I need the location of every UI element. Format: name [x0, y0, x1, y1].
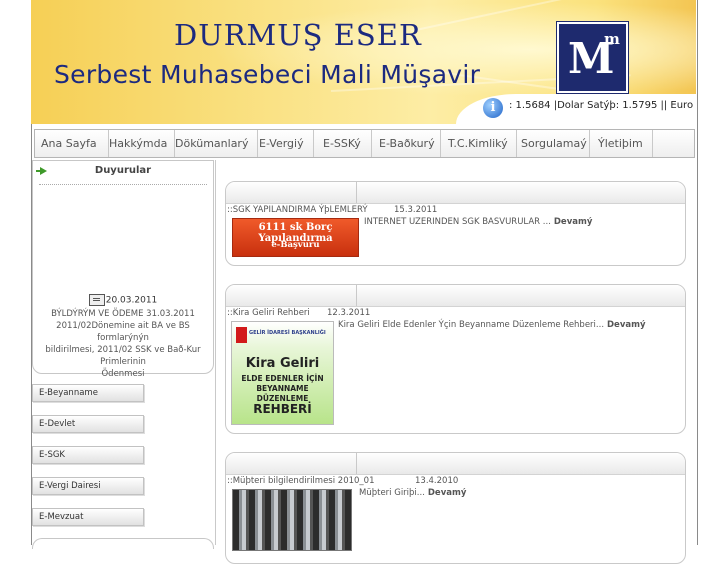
nav-item-iletisim[interactable]: Ýletiþim — [592, 130, 653, 157]
link-e-vergi-dairesi[interactable]: E-Vergi Dairesi — [32, 477, 144, 495]
article-image[interactable]: 6111 sk Borç Yapılandırma e-Başvuru — [232, 218, 359, 257]
article-image[interactable] — [232, 489, 352, 551]
nav-item-tc-kimlik[interactable]: T.C.Kimliký — [442, 130, 517, 157]
currency-ticker-bar: i : 1.5684 |Dolar Satýþ: 1.5795 || Euro … — [31, 94, 696, 124]
gib-logo-icon — [236, 327, 247, 343]
read-more-link[interactable]: Devamý — [428, 488, 467, 498]
nav-item-e-vergi[interactable]: E-Vergiý — [253, 130, 314, 157]
nav-item-e-ssk[interactable]: E-SSKý — [317, 130, 372, 157]
read-more-link[interactable]: Devamý — [554, 217, 593, 227]
link-e-sgk[interactable]: E-SGK — [32, 446, 144, 464]
article-card: ::Kira Geliri Rehberi 12.3.2011 GELİR İD… — [225, 284, 686, 434]
link-e-beyanname[interactable]: E-Beyanname — [32, 384, 144, 402]
left-sidebar: Duyurular 20.03.2011 BÝLDÝRÝM VE ÖDEME 3… — [32, 160, 214, 549]
article-card: ::Müþteri bilgilendirilmesi 2010_01 13.4… — [225, 452, 686, 564]
link-e-devlet[interactable]: E-Devlet — [32, 415, 144, 433]
nav-item-ana-sayfa[interactable]: Ana Sayfa — [35, 130, 109, 157]
main-nav: Ana Sayfa Hakkýmda Dökümanlarý E-Vergiý … — [34, 129, 695, 158]
article-title[interactable]: ::Kira Geliri Rehberi — [227, 308, 310, 318]
site-title: DURMUŞ ESER — [174, 18, 422, 52]
article-desc: Müþteri Giriþi... Devamý — [359, 488, 467, 498]
article-date: 13.4.2010 — [415, 476, 459, 486]
article-date: 12.3.2011 — [327, 308, 371, 318]
article-card: ::SGK YAPILANDIRMA ÝþLEMLERÝ 15.3.2011 6… — [225, 181, 686, 266]
article-desc: Kira Geliri Elde Edenler Ýçin Beyanname … — [338, 320, 646, 330]
news-icon — [88, 294, 105, 306]
article-title[interactable]: ::Müþteri bilgilendirilmesi 2010_01 — [227, 476, 375, 486]
info-icon: i — [483, 98, 503, 118]
currency-ticker: : 1.5684 |Dolar Satýþ: 1.5795 || Euro Al… — [509, 100, 696, 111]
site-subtitle: Serbest Muhasebeci Mali Müşavir — [54, 60, 481, 89]
read-more-link[interactable]: Devamý — [607, 320, 646, 330]
nav-item-hakkimda[interactable]: Hakkýmda — [103, 130, 175, 157]
nav-item-e-bagkur[interactable]: E-Baðkurý — [373, 130, 441, 157]
article-image[interactable]: GELİR İDARESİ BAŞKANLIĞI Kira Geliri ELD… — [231, 321, 334, 425]
nav-item-sorgulama[interactable]: Sorgulamaý — [515, 130, 590, 157]
announcements-box: Duyurular 20.03.2011 BÝLDÝRÝM VE ÖDEME 3… — [32, 160, 214, 379]
announcements-title: Duyurular — [94, 165, 152, 176]
nav-item-dokumanlar[interactable]: Dökümanlarý — [169, 130, 258, 157]
announcement-text[interactable]: BÝLDÝRÝM VE ÖDEME 31.03.2011 2011/02Döne… — [33, 308, 213, 380]
brand-logo[interactable]: M m — [557, 22, 628, 93]
link-e-mevzuat[interactable]: E-Mevzuat — [32, 508, 144, 526]
article-date: 15.3.2011 — [394, 205, 438, 215]
article-title[interactable]: ::SGK YAPILANDIRMA ÝþLEMLERÝ — [227, 205, 368, 215]
article-desc: INTERNET UZERINDEN SGK BASVURULAR ... De… — [364, 217, 593, 227]
announcement-date: 20.03.2011 — [33, 294, 213, 306]
